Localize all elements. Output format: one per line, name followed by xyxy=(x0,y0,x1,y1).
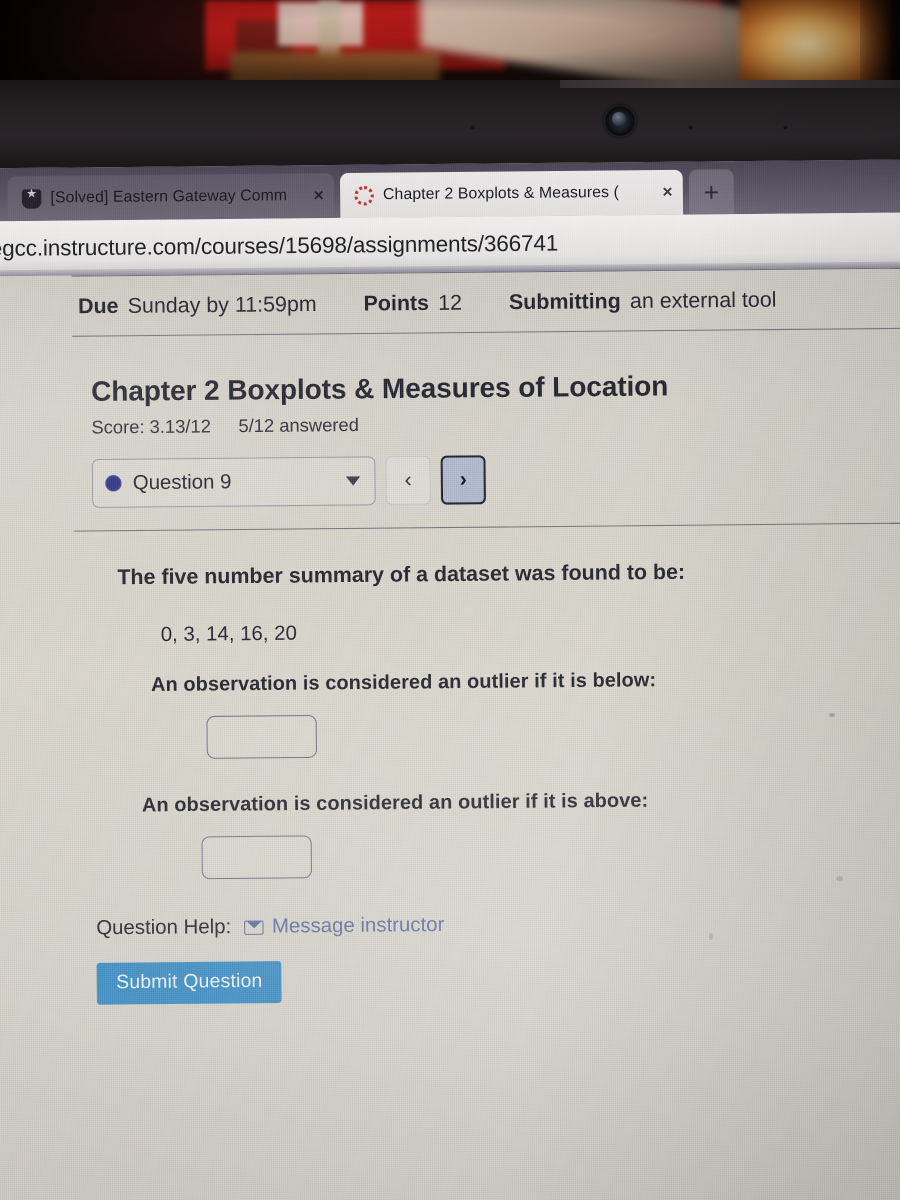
photograph-of-laptop-screen: [Solved] Eastern Gateway Comm × Chapter … xyxy=(0,0,900,1200)
submitting-value: an external tool xyxy=(629,288,777,314)
canvas-circle-icon xyxy=(354,185,374,206)
dust-speck xyxy=(829,713,835,717)
microphone-hole-left-icon xyxy=(470,125,475,130)
chevron-down-icon xyxy=(345,476,361,486)
five-number-summary: 0, 3, 14, 16, 20 xyxy=(160,622,297,647)
submit-question-button[interactable]: Submit Question xyxy=(96,961,283,1005)
room-reflection xyxy=(0,0,900,86)
webcam-icon xyxy=(604,105,636,137)
next-question-button[interactable]: › xyxy=(440,455,486,505)
question-select[interactable]: Question 9 xyxy=(91,456,376,508)
laptop-bezel xyxy=(0,80,900,252)
browser-tab-strip: [Solved] Eastern Gateway Comm × Chapter … xyxy=(0,159,900,222)
close-icon[interactable]: × xyxy=(309,185,324,206)
quiz-score-row: Score: 3.13/12 5/12 answered xyxy=(91,409,900,438)
question-help-row: Question Help: Message instructor xyxy=(96,909,900,940)
address-bar[interactable]: /egcc.instructure.com/courses/15698/assi… xyxy=(0,212,900,277)
question-status-dot-icon xyxy=(105,475,122,492)
microphone-hole-far-right-icon xyxy=(783,125,788,130)
bezel-hinge-highlight xyxy=(560,80,900,88)
tab-strip-empty-area xyxy=(733,159,900,215)
page-title: Chapter 2 Boxplots & Measures of Locatio… xyxy=(90,369,669,408)
browser-tab-inactive[interactable]: [Solved] Eastern Gateway Comm × xyxy=(7,173,335,222)
envelope-icon xyxy=(244,919,264,935)
assignment-meta-row: Due Sunday by 11:59pm Points 12 Submitti… xyxy=(72,269,900,336)
shield-star-icon xyxy=(21,188,42,209)
answered-text: 5/12 answered xyxy=(238,414,359,437)
answer-input-above[interactable] xyxy=(201,835,313,880)
due-value: Sunday by 11:59pm xyxy=(127,292,317,318)
question-help-label: Question Help: xyxy=(96,915,232,940)
dust-speck xyxy=(836,876,843,881)
tab-title-inactive: [Solved] Eastern Gateway Comm xyxy=(50,186,288,207)
previous-question-button[interactable]: ‹ xyxy=(385,455,431,506)
question-body: The five number summary of a dataset was… xyxy=(74,524,900,1005)
question-stem: The five number summary of a dataset was… xyxy=(117,560,686,590)
canvas-assignment-page: Due Sunday by 11:59pm Points 12 Submitti… xyxy=(0,267,900,1200)
quiz-header: Chapter 2 Boxplots & Measures of Locatio… xyxy=(72,329,900,508)
prompt-outlier-below: An observation is considered an outlier … xyxy=(150,668,657,697)
browser-window: [Solved] Eastern Gateway Comm × Chapter … xyxy=(0,159,900,1200)
browser-tab-active[interactable]: Chapter 2 Boxplots & Measures ( × xyxy=(339,169,684,218)
score-text: Score: 3.13/12 xyxy=(91,416,211,438)
question-navigation: Question 9 ‹ › xyxy=(91,451,900,508)
tab-title-active: Chapter 2 Boxplots & Measures ( xyxy=(382,183,620,204)
url-text[interactable]: /egcc.instructure.com/courses/15698/assi… xyxy=(0,230,558,262)
prompt-outlier-above: An observation is considered an outlier … xyxy=(141,789,649,817)
message-instructor-label: Message instructor xyxy=(271,913,445,938)
microphone-hole-right-icon xyxy=(688,125,693,130)
message-instructor-link[interactable]: Message instructor xyxy=(244,914,444,939)
dust-speck xyxy=(709,933,713,940)
due-label: Due xyxy=(77,294,119,319)
close-icon[interactable]: × xyxy=(658,182,673,203)
new-tab-button[interactable]: + xyxy=(688,169,735,215)
question-select-label: Question 9 xyxy=(132,470,232,494)
submitting-label: Submitting xyxy=(508,289,621,315)
points-value: 12 xyxy=(438,291,463,315)
points-label: Points xyxy=(363,291,430,316)
reflection-vignette xyxy=(0,0,900,86)
answer-input-below[interactable] xyxy=(206,714,317,759)
